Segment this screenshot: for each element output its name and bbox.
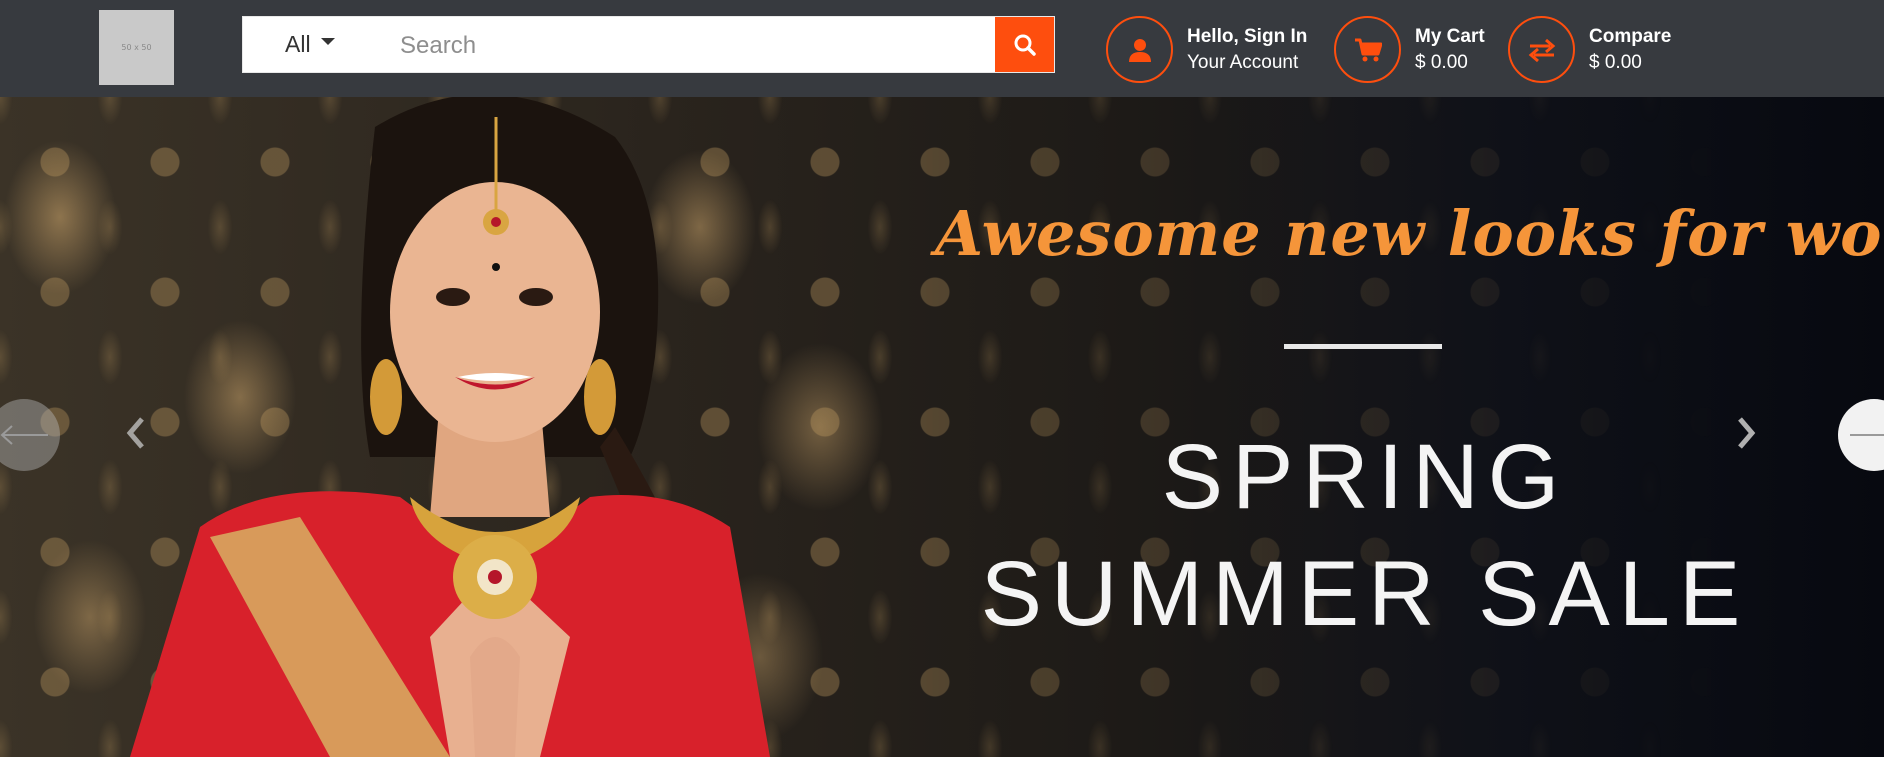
compare-icon-circle	[1508, 16, 1575, 83]
sale-title-line2: SUMMER SALE	[980, 543, 1750, 645]
site-header: 50 x 50 All Hello, Sign In Your Account	[0, 0, 1884, 97]
cart-label: My Cart	[1415, 25, 1485, 47]
chevron-right-icon[interactable]	[1736, 416, 1756, 450]
caret-down-icon	[320, 38, 335, 45]
search-bar: All	[242, 16, 1055, 73]
compare-label: Compare	[1589, 25, 1672, 47]
account-label: Your Account	[1187, 51, 1299, 73]
user-icon	[1128, 38, 1151, 62]
cart-icon-circle	[1334, 16, 1401, 83]
category-dropdown[interactable]: All	[285, 17, 335, 72]
arrow-left-icon	[0, 425, 48, 445]
hero-banner[interactable]: Awesome new looks for women SPRING SUMME…	[0, 97, 1884, 757]
account-greeting: Hello, Sign In	[1187, 25, 1308, 47]
site-logo[interactable]: 50 x 50	[99, 10, 174, 85]
search-input[interactable]	[398, 23, 972, 68]
compare-total: $ 0.00	[1589, 51, 1642, 73]
cart-total: $ 0.00	[1415, 51, 1468, 73]
headline-divider	[1284, 344, 1442, 349]
search-icon	[1014, 34, 1036, 56]
account-icon-circle	[1106, 16, 1173, 83]
category-label: All	[285, 31, 311, 57]
cart-icon	[1354, 38, 1382, 61]
model-photo	[130, 97, 770, 757]
sale-title-line1: SPRING	[1161, 426, 1569, 528]
account-link[interactable]: Hello, Sign In Your Account	[1106, 16, 1307, 83]
compare-arrows-icon	[1528, 38, 1555, 62]
arrow-right-icon	[1850, 434, 1884, 436]
banner-headline: Awesome new looks for women	[935, 197, 1884, 270]
logo-placeholder-text: 50 x 50	[121, 43, 152, 52]
compare-link[interactable]: Compare $ 0.00	[1508, 16, 1671, 83]
search-button[interactable]	[995, 17, 1054, 72]
chevron-left-icon[interactable]	[126, 416, 146, 450]
cart-link[interactable]: My Cart $ 0.00	[1334, 16, 1485, 83]
